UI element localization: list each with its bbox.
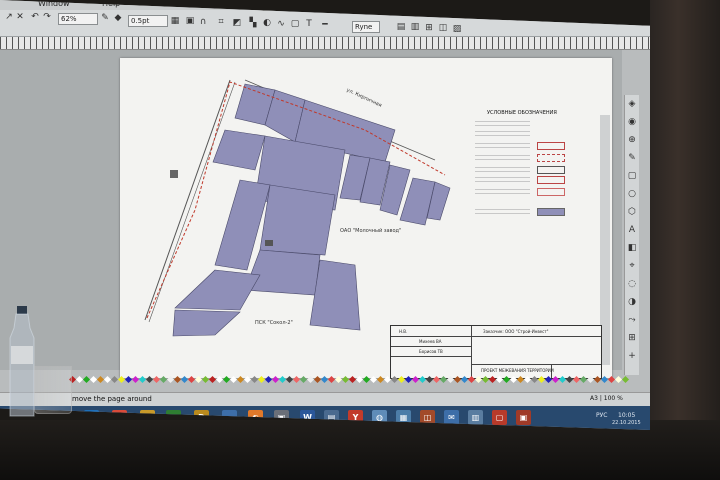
stamp-name-1: Михеев ВА — [419, 339, 442, 344]
folder-icon[interactable]: ▢ — [492, 410, 507, 425]
shape-tool-icon[interactable]: ◉ — [627, 117, 637, 127]
line-icon[interactable]: ━ — [320, 20, 330, 30]
blend-tool-icon[interactable]: ◑ — [627, 297, 637, 307]
right-toolbox: ◈ ◉ ⊕ ✎ ▢ ○ ⬡ A ◧ ⌖ ◌ ◑ ⤳ ⊞ + — [624, 95, 639, 375]
legend-row — [475, 142, 575, 150]
redo-icon[interactable]: ↷ — [42, 12, 52, 22]
undo-icon[interactable]: ↶ — [30, 12, 40, 22]
legend-row — [475, 154, 575, 162]
zoom-select[interactable]: 62% — [58, 13, 98, 25]
legend-row — [475, 130, 575, 138]
society-label: ПСК "Сокол-2" — [255, 320, 293, 326]
tray-clock[interactable]: 10:05 — [618, 412, 635, 419]
parcel — [174, 269, 261, 311]
menu-item-window[interactable]: Window — [38, 0, 70, 8]
import-icon[interactable]: ▤ — [396, 22, 406, 32]
stamp-name-2: Борисов ТВ — [419, 349, 443, 354]
parcel — [212, 129, 266, 171]
magnet-icon[interactable]: ∩ — [198, 17, 208, 27]
ruler-horizontal — [0, 37, 650, 50]
color-icon[interactable]: ◐ — [262, 18, 272, 28]
shape-icon[interactable]: ▣ — [185, 16, 195, 26]
stamp-project: ПРОЕКТ МЕЖЕВАНИЯ ТЕРРИТОРИИ — [481, 368, 554, 373]
glass-cup — [34, 366, 72, 414]
factory-label: ОАО "Молочный завод" — [340, 228, 402, 234]
align-icon[interactable]: ▦ — [170, 16, 180, 26]
arrow-icon[interactable]: ↗ — [4, 12, 14, 22]
outline-tool-icon[interactable]: ◌ — [627, 279, 637, 289]
color-palette[interactable] — [68, 375, 630, 386]
status-bar: move the page around A3 | 100 % — [0, 392, 650, 406]
menu-item-help[interactable]: Help — [102, 0, 120, 8]
title-block: Заказчик: ООО "Строй-Инвест" ПРОЕКТ МЕЖЕ… — [390, 325, 602, 379]
toolbar: ↗ ✕ ↶ ↷ 62% ✎ ◆ 0.5pt ▦ ▣ ∩ ⌗ ◩ ▚ ◐ ∿ ▢ … — [0, 10, 650, 37]
line-width-select[interactable]: 0.5pt — [128, 15, 168, 27]
table-tool-icon[interactable]: ⊞ — [627, 333, 637, 343]
building — [265, 240, 273, 246]
legend-row — [475, 166, 575, 174]
connector-tool-icon[interactable]: ⤳ — [627, 315, 637, 325]
legend-row — [475, 188, 575, 196]
fill-tool-icon[interactable]: ◧ — [627, 243, 637, 253]
room-wall — [650, 0, 720, 480]
legend-row — [475, 176, 575, 184]
projected-screen: Window Help ↗ ✕ ↶ ↷ 62% ✎ ◆ 0.5pt ▦ ▣ ∩ … — [0, 0, 650, 430]
legend-title: УСЛОВНЫЕ ОБОЗНАЧЕНИЯ — [487, 110, 557, 116]
stamp-initials: Н.В. — [399, 329, 408, 334]
room-floor — [0, 420, 720, 480]
layer-icon[interactable]: ◫ — [438, 23, 448, 33]
parcel-map — [144, 79, 451, 337]
app-icon[interactable]: ▥ — [468, 410, 483, 425]
parcel — [244, 249, 321, 296]
status-coords: A3 | 100 % — [590, 395, 623, 402]
tray-language[interactable]: РУС — [596, 412, 607, 419]
ellipse-tool-icon[interactable]: ○ — [627, 189, 637, 199]
eyedrop-tool-icon[interactable]: ⌖ — [627, 261, 637, 271]
rect-tool-icon[interactable]: ▢ — [627, 171, 637, 181]
building — [170, 170, 178, 178]
tray-date[interactable]: 22.10.2015 — [612, 420, 641, 426]
lock-icon[interactable]: ▨ — [452, 24, 462, 34]
folder2-icon[interactable]: ▣ — [516, 410, 531, 425]
legend-row — [475, 208, 575, 216]
status-hint: move the page around — [72, 395, 152, 403]
node-icon[interactable]: ◩ — [232, 18, 242, 28]
export-icon[interactable]: ▥ — [410, 22, 420, 32]
font-select[interactable]: Ryne — [352, 21, 380, 33]
palette-swatch[interactable] — [621, 375, 630, 384]
text-icon[interactable]: T — [304, 19, 314, 29]
grid-icon[interactable]: ▚ — [248, 18, 258, 28]
legend-row — [475, 120, 575, 128]
add-icon[interactable]: + — [627, 351, 637, 361]
select-tool-icon[interactable]: ◈ — [627, 99, 637, 109]
pen-tool-icon[interactable]: ✎ — [627, 153, 637, 163]
polygon-tool-icon[interactable]: ⬡ — [627, 207, 637, 217]
crop-icon[interactable]: ⌗ — [216, 17, 226, 27]
snap-icon[interactable]: ⊞ — [424, 23, 434, 33]
brush-icon[interactable]: ◆ — [113, 13, 123, 23]
pen-icon[interactable]: ✎ — [100, 13, 110, 23]
stamp-customer: Заказчик: ООО "Строй-Инвест" — [483, 329, 549, 334]
curve-icon[interactable]: ∿ — [276, 19, 286, 29]
text-tool-icon[interactable]: A — [627, 225, 637, 235]
mail-icon[interactable]: ✉ — [444, 410, 459, 425]
zoom-tool-icon[interactable]: ⊕ — [627, 135, 637, 145]
close-icon[interactable]: ✕ — [15, 12, 25, 22]
parcel — [172, 309, 241, 337]
rect-icon[interactable]: ▢ — [290, 19, 300, 29]
